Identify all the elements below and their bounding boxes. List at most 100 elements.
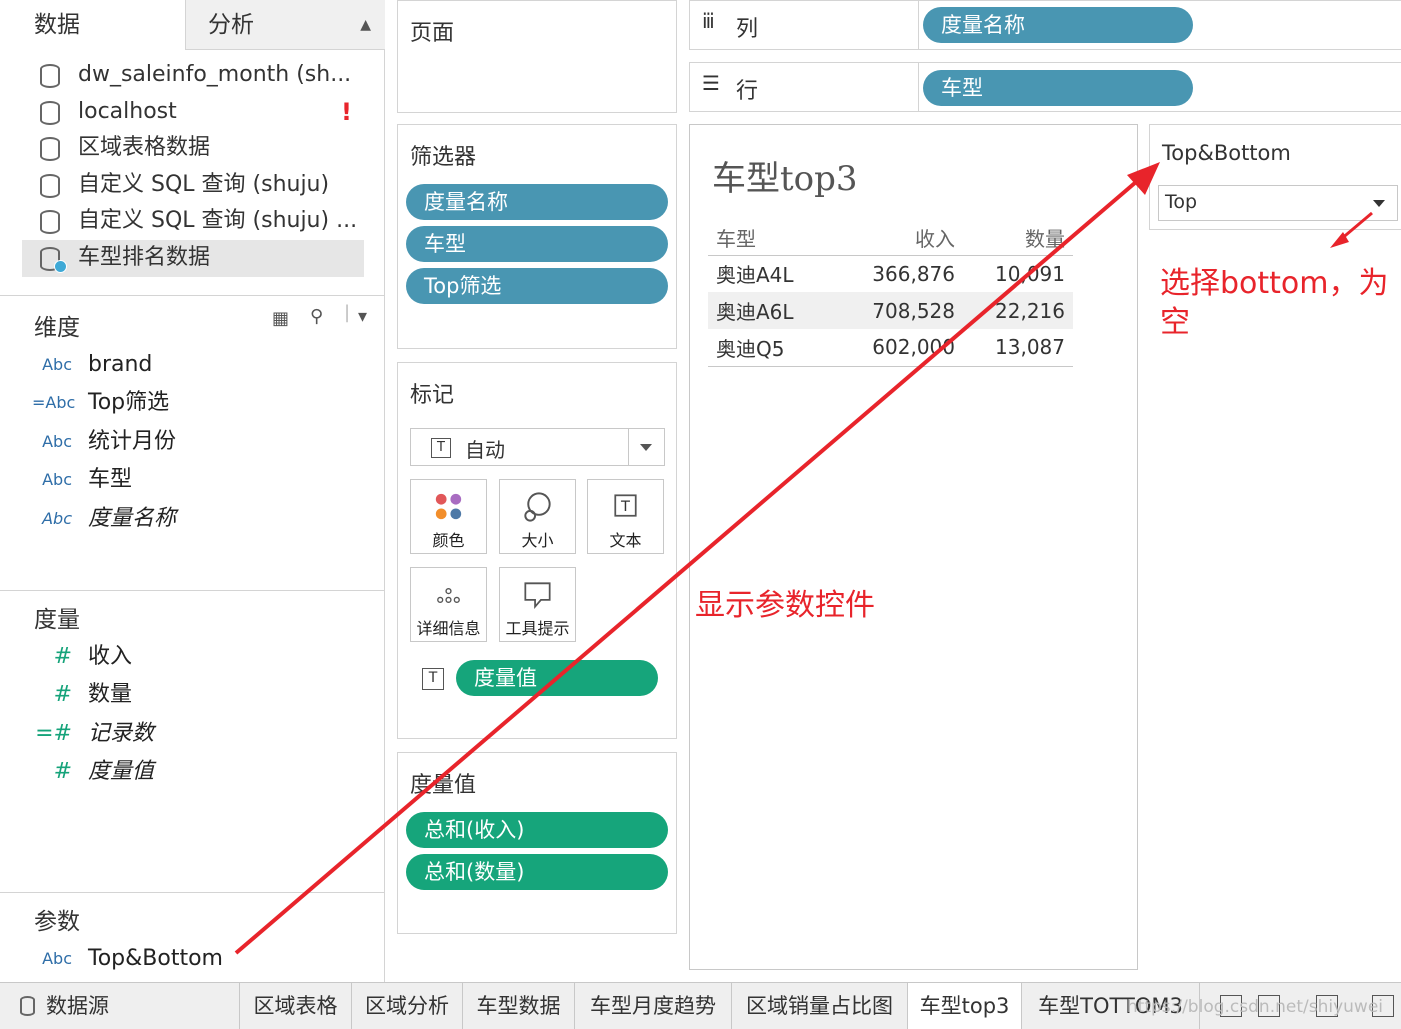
column-header[interactable]: 数量 [963, 221, 1073, 256]
dimension-field[interactable]: Abc 度量名称 [32, 500, 372, 538]
sheet-tab[interactable]: 车型月度趋势 [575, 983, 732, 1029]
table-cell[interactable]: 10,091 [963, 255, 1073, 292]
datasource-item-selected[interactable]: 车型排名数据 [22, 239, 364, 277]
table-cell[interactable]: 708,528 [848, 292, 963, 329]
datasource-item[interactable]: 自定义 SQL 查询 (shuju) ... [22, 203, 364, 240]
row-header[interactable]: 奥迪A6L [708, 292, 848, 329]
measure-field[interactable]: =# 记录数 [32, 715, 372, 753]
column-header[interactable]: 收入 [848, 221, 963, 256]
database-icon [20, 996, 35, 1016]
number-type-icon: # [53, 759, 72, 785]
dimensions-title: 维度 [34, 315, 80, 341]
filter-pill[interactable]: 车型 [406, 226, 668, 262]
parameter-field[interactable]: Abc Top&Bottom [32, 940, 372, 978]
sheet-tab-active[interactable]: 车型top3 [908, 983, 1022, 1029]
measure-values-title: 度量值 [410, 773, 477, 798]
string-type-icon: Abc [42, 355, 72, 374]
color-button[interactable]: 颜色 [410, 479, 487, 554]
measure-values-card: 度量值 总和(收入) 总和(数量) [397, 752, 677, 934]
table-row: 奥迪A6L 708,528 22,216 [708, 292, 1073, 329]
measure-field[interactable]: # 度量值 [32, 753, 372, 791]
parameter-control-title: Top&Bottom [1162, 141, 1291, 165]
text-button[interactable]: T 文本 [587, 479, 664, 554]
dimension-field[interactable]: Abc brand [32, 346, 372, 384]
table-cell[interactable]: 13,087 [963, 329, 1073, 367]
tooltip-button[interactable]: 工具提示 [499, 567, 576, 642]
dimension-field[interactable]: =Abc Top筛选 [32, 384, 372, 422]
measure-value-pill[interactable]: 总和(数量) [406, 854, 668, 890]
sheet-tab[interactable]: 区域销量占比图 [732, 983, 908, 1029]
search-icon[interactable]: ⚲ [310, 306, 323, 327]
sheet-tab[interactable]: 车型数据 [463, 983, 575, 1029]
string-type-icon: Abc [42, 431, 72, 451]
chevron-down-icon[interactable] [1363, 186, 1397, 220]
datasource-item[interactable]: localhost ! [22, 94, 364, 131]
datasource-item[interactable]: 自定义 SQL 查询 (shuju) [22, 167, 364, 204]
chevron-down-icon[interactable]: ▾ [358, 306, 367, 327]
sort-icon[interactable]: ▲ [360, 0, 371, 50]
text-label: 文本 [609, 531, 642, 550]
field-label: brand [88, 352, 153, 377]
annotation-note: 空 [1160, 305, 1190, 340]
detail-button[interactable]: 详细信息 [410, 567, 487, 642]
number-type-icon: # [53, 682, 72, 708]
dimension-field[interactable]: Abc 统计月份 [32, 423, 372, 461]
parameters-list: Abc Top&Bottom [32, 940, 372, 978]
datasource-label: 区域表格数据 [78, 135, 211, 161]
measure-value-pill[interactable]: 总和(收入) [406, 812, 668, 848]
sheet-tab[interactable]: 区域分析 [352, 983, 463, 1029]
datasource-item[interactable]: 区域表格数据 [22, 130, 364, 167]
field-label: Top筛选 [88, 390, 170, 416]
measure-field[interactable]: # 收入 [32, 638, 372, 676]
rows-label: 行 [736, 79, 759, 104]
text-mark-icon: T [431, 438, 451, 458]
row-header[interactable]: 奥迪Q5 [708, 329, 848, 367]
size-button[interactable]: 大小 [499, 479, 576, 554]
tab-data[interactable]: 数据 [0, 0, 185, 50]
columns-label: 列 [736, 17, 759, 42]
view-toggle-icon[interactable]: ▦ [272, 308, 289, 329]
dimension-field[interactable]: Abc 车型 [32, 461, 372, 499]
table-cell[interactable]: 602,000 [848, 329, 963, 367]
table-cell[interactable]: 22,216 [963, 292, 1073, 329]
datasource-item[interactable]: dw_saleinfo_month (sh... [22, 57, 364, 94]
datasource-label: dw_saleinfo_month (sh... [78, 62, 352, 87]
columns-shelf[interactable]: ⅲ 列 度量名称 [689, 0, 1401, 50]
chevron-down-icon[interactable] [628, 429, 664, 465]
tab-datasource-label: 数据源 [46, 994, 109, 1018]
row-header[interactable]: 奥迪A4L [708, 255, 848, 292]
columns-pill[interactable]: 度量名称 [923, 7, 1193, 43]
text-encoding-pill[interactable]: 度量值 [456, 660, 658, 696]
sheet-tab[interactable]: 区域表格 [240, 983, 352, 1029]
table-cell[interactable]: 366,876 [848, 255, 963, 292]
tab-analysis[interactable]: 分析 ▲ [185, 0, 385, 50]
mark-type-dropdown[interactable]: T 自动 [410, 428, 665, 466]
marks-title: 标记 [410, 383, 455, 408]
filter-pill[interactable]: Top筛选 [406, 268, 668, 304]
text-icon: T [614, 494, 637, 517]
tooltip-icon [524, 582, 551, 610]
annotation-arrowhead [1330, 232, 1349, 248]
tab-datasource[interactable]: 数据源 [0, 983, 240, 1029]
measure-field[interactable]: # 数量 [32, 676, 372, 714]
database-icon [40, 137, 60, 162]
table-header-row: 车型 收入 数量 [708, 221, 1073, 256]
rows-shelf[interactable]: ☰ 行 车型 [689, 62, 1401, 112]
dimensions-list: Abc brand =Abc Top筛选 Abc 统计月份 Abc 车型 Abc… [32, 346, 372, 538]
data-pane-tabs: 数据 分析 ▲ [0, 0, 385, 50]
rows-pill[interactable]: 车型 [923, 70, 1193, 106]
parameter-control: Top&Bottom Top [1149, 124, 1401, 230]
field-label: 车型 [88, 467, 133, 493]
column-header[interactable]: 车型 [708, 221, 848, 256]
database-icon [40, 100, 60, 125]
columns-icon: ⅲ [702, 9, 715, 33]
parameter-dropdown[interactable]: Top [1158, 185, 1398, 221]
tab-analysis-label: 分析 [208, 12, 254, 38]
divider [0, 892, 384, 893]
datasource-label: localhost [78, 98, 177, 124]
filters-shelf[interactable]: 筛选器 度量名称 车型 Top筛选 [397, 124, 677, 349]
filter-pill[interactable]: 度量名称 [406, 184, 668, 220]
detail-label: 详细信息 [416, 619, 481, 638]
pages-shelf[interactable]: 页面 [397, 0, 677, 113]
parameter-value: Top [1165, 191, 1198, 213]
